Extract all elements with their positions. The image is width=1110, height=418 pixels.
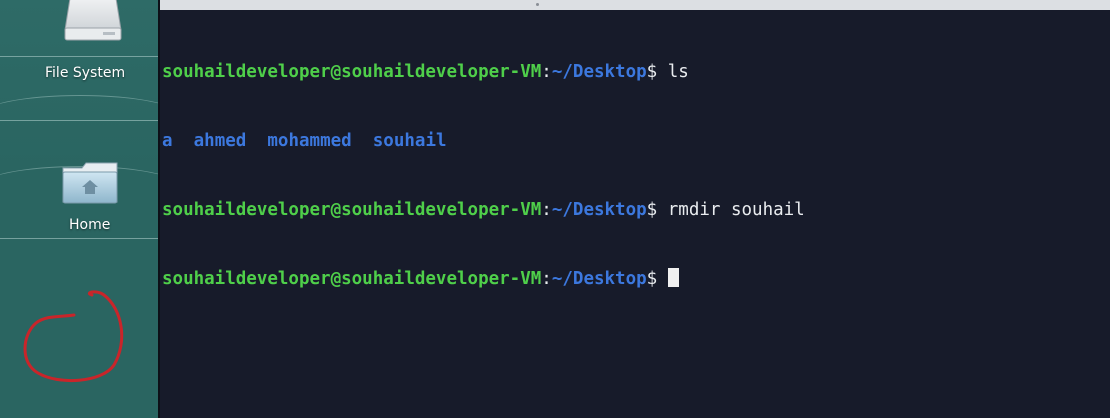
terminal-titlebar — [160, 0, 1110, 10]
desktop: File System Home — [0, 0, 158, 418]
terminal-command: rmdir souhail — [657, 200, 805, 220]
terminal-command — [657, 269, 668, 289]
prompt-user-host: souhaildeveloper@souhaildeveloper-VM — [162, 62, 542, 82]
ls-output-item: a — [162, 131, 173, 151]
home-folder-icon[interactable] — [60, 158, 120, 210]
terminal-line: souhaildeveloper@souhaildeveloper-VM:~/D… — [162, 61, 1110, 84]
terminal-line: souhaildeveloper@souhaildeveloper-VM:~/D… — [162, 199, 1110, 222]
prompt-user-host: souhaildeveloper@souhaildeveloper-VM — [162, 200, 542, 220]
terminal-cursor — [667, 268, 679, 287]
prompt-colon: : — [541, 62, 552, 82]
terminal-command: ls — [657, 62, 689, 82]
ls-output-item: souhail — [372, 131, 447, 151]
hard-drive-icon[interactable] — [63, 0, 123, 42]
ls-output-item: ahmed — [193, 131, 247, 151]
terminal-line: souhaildeveloper@souhaildeveloper-VM:~/D… — [162, 268, 1110, 291]
prompt-path: ~/Desktop — [551, 269, 647, 289]
ls-output-item: mohammed — [267, 131, 352, 151]
terminal-window[interactable]: souhaildeveloper@souhaildeveloper-VM:~/D… — [158, 0, 1110, 418]
prompt-colon: : — [541, 269, 552, 289]
prompt-symbol: $ — [646, 62, 658, 82]
terminal-output[interactable]: souhaildeveloper@souhaildeveloper-VM:~/D… — [162, 15, 1110, 418]
prompt-colon: : — [541, 200, 552, 220]
prompt-user-host: souhaildeveloper@souhaildeveloper-VM — [162, 269, 542, 289]
prompt-symbol: $ — [646, 200, 658, 220]
desktop-divider — [0, 56, 158, 57]
red-circle-annotation — [23, 290, 124, 383]
desktop-icon-label[interactable]: File System — [45, 65, 125, 81]
terminal-line: a ahmed mohammed souhail — [162, 130, 1110, 153]
prompt-path: ~/Desktop — [551, 200, 647, 220]
desktop-icon-label[interactable]: Home — [69, 217, 110, 233]
prompt-symbol: $ — [646, 269, 658, 289]
desktop-divider — [0, 238, 158, 239]
prompt-path: ~/Desktop — [551, 62, 647, 82]
desktop-wave — [0, 95, 158, 136]
